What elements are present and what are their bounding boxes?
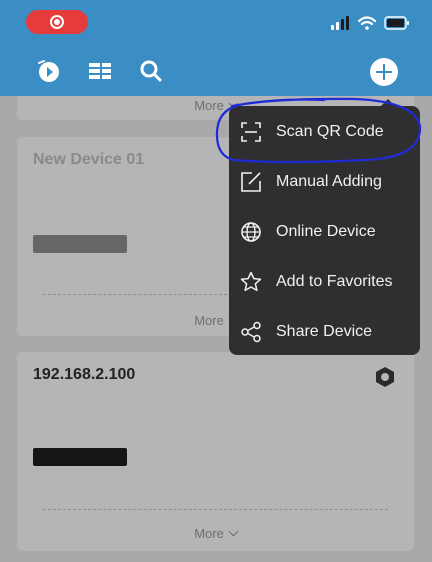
wifi-icon (358, 16, 376, 30)
menu-item-online-device[interactable]: Online Device (229, 207, 420, 257)
playback-icon[interactable] (36, 58, 62, 84)
edit-icon (241, 172, 261, 192)
signal-icon (331, 16, 349, 30)
system-icons (330, 14, 410, 32)
more-button[interactable]: More (17, 526, 414, 541)
status-bar (0, 0, 432, 46)
menu-item-label: Share Device (276, 323, 373, 340)
globe-icon (241, 222, 261, 242)
device-card[interactable]: 192.168.2.100 More (17, 352, 414, 551)
menu-item-label: Manual Adding (276, 173, 382, 190)
device-thumbnail (33, 235, 127, 253)
device-name: 192.168.2.100 (33, 366, 136, 383)
settings-hex-icon[interactable] (374, 366, 396, 388)
search-icon[interactable] (138, 58, 164, 84)
chevron-down-icon (228, 526, 239, 537)
annotation-circle (215, 97, 422, 164)
screen-recording-indicator[interactable] (26, 10, 88, 34)
device-list-icon[interactable] (87, 58, 113, 84)
share-icon (241, 321, 261, 343)
menu-item-label: Add to Favorites (276, 273, 393, 290)
device-name: New Device 01 (33, 151, 145, 168)
top-toolbar (0, 46, 432, 96)
battery-icon (384, 16, 409, 30)
star-icon (240, 271, 262, 292)
menu-item-label: Online Device (276, 223, 376, 240)
divider (43, 509, 388, 510)
menu-item-share-device[interactable]: Share Device (229, 307, 420, 357)
add-icon[interactable] (370, 58, 398, 86)
device-thumbnail (33, 448, 127, 466)
menu-item-add-to-favorites[interactable]: Add to Favorites (229, 257, 420, 307)
